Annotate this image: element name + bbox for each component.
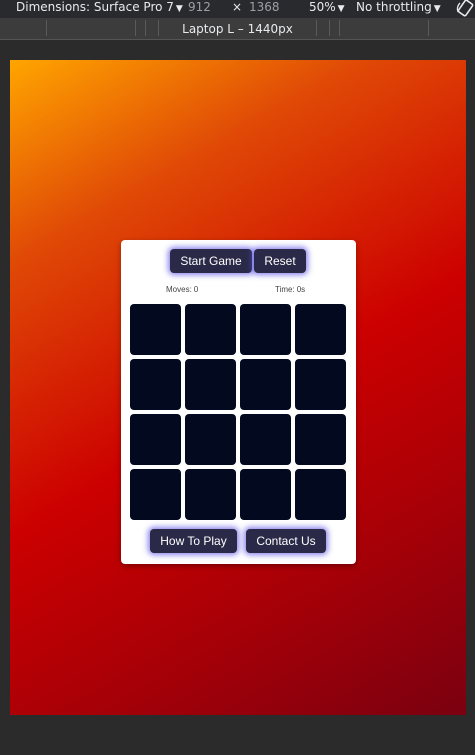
start-game-button[interactable]: Start Game: [170, 249, 252, 273]
memory-card-tile[interactable]: [185, 414, 236, 465]
memory-card-tile[interactable]: [295, 469, 346, 520]
throttling-dropdown[interactable]: No throttling ▼: [356, 0, 441, 18]
zoom-dropdown[interactable]: 50% ▼: [309, 0, 345, 18]
times-icon: ×: [232, 0, 243, 14]
media-query-bar: Laptop L – 1440px: [0, 18, 475, 40]
height-input[interactable]: 1368: [249, 0, 280, 18]
time-counter: Time: 0s: [275, 285, 305, 294]
memory-card-tile[interactable]: [130, 414, 181, 465]
zoom-label: 50%: [309, 0, 336, 14]
emulated-viewport: Start Game Reset Moves: 0 Time: 0s How To …: [10, 60, 466, 715]
memory-card-tile[interactable]: [130, 304, 181, 355]
memory-card-tile[interactable]: [130, 359, 181, 410]
memory-card-tile[interactable]: [130, 469, 181, 520]
memory-card-tile[interactable]: [240, 414, 291, 465]
throttling-label: No throttling: [356, 0, 432, 14]
moves-value: 0: [193, 285, 199, 294]
contact-us-button[interactable]: Contact Us: [246, 529, 326, 553]
time-label: Time:: [275, 285, 295, 294]
breakpoint-label[interactable]: Laptop L – 1440px: [0, 18, 475, 40]
devtools-device-toolbar: Dimensions: Surface Pro 7 ▼ 912 × 1368 50…: [0, 0, 475, 18]
memory-card-tile[interactable]: [240, 304, 291, 355]
memory-card-tile[interactable]: [185, 359, 236, 410]
dimensions-dropdown[interactable]: Dimensions: Surface Pro 7 ▼: [16, 0, 183, 18]
card-grid: [130, 304, 346, 520]
how-to-play-button[interactable]: How To Play: [150, 529, 237, 553]
moves-counter: Moves: 0: [166, 285, 198, 294]
rotate-button[interactable]: [455, 0, 475, 18]
memory-card-tile[interactable]: [295, 359, 346, 410]
memory-card-tile[interactable]: [240, 469, 291, 520]
memory-card-tile[interactable]: [295, 414, 346, 465]
reset-button[interactable]: Reset: [254, 249, 306, 273]
game-card: Start Game Reset Moves: 0 Time: 0s How To …: [121, 240, 356, 564]
chevron-down-icon: ▼: [175, 4, 183, 14]
width-input[interactable]: 912: [188, 0, 211, 18]
memory-card-tile[interactable]: [240, 359, 291, 410]
moves-label: Moves:: [166, 285, 192, 294]
memory-card-tile[interactable]: [185, 304, 236, 355]
rotate-icon: [456, 0, 474, 17]
dimensions-label: Dimensions: Surface Pro 7: [16, 0, 174, 14]
memory-card-tile[interactable]: [185, 469, 236, 520]
memory-card-tile[interactable]: [295, 304, 346, 355]
chevron-down-icon: ▼: [433, 4, 441, 14]
time-value: 0s: [296, 285, 306, 294]
chevron-down-icon: ▼: [337, 4, 345, 14]
